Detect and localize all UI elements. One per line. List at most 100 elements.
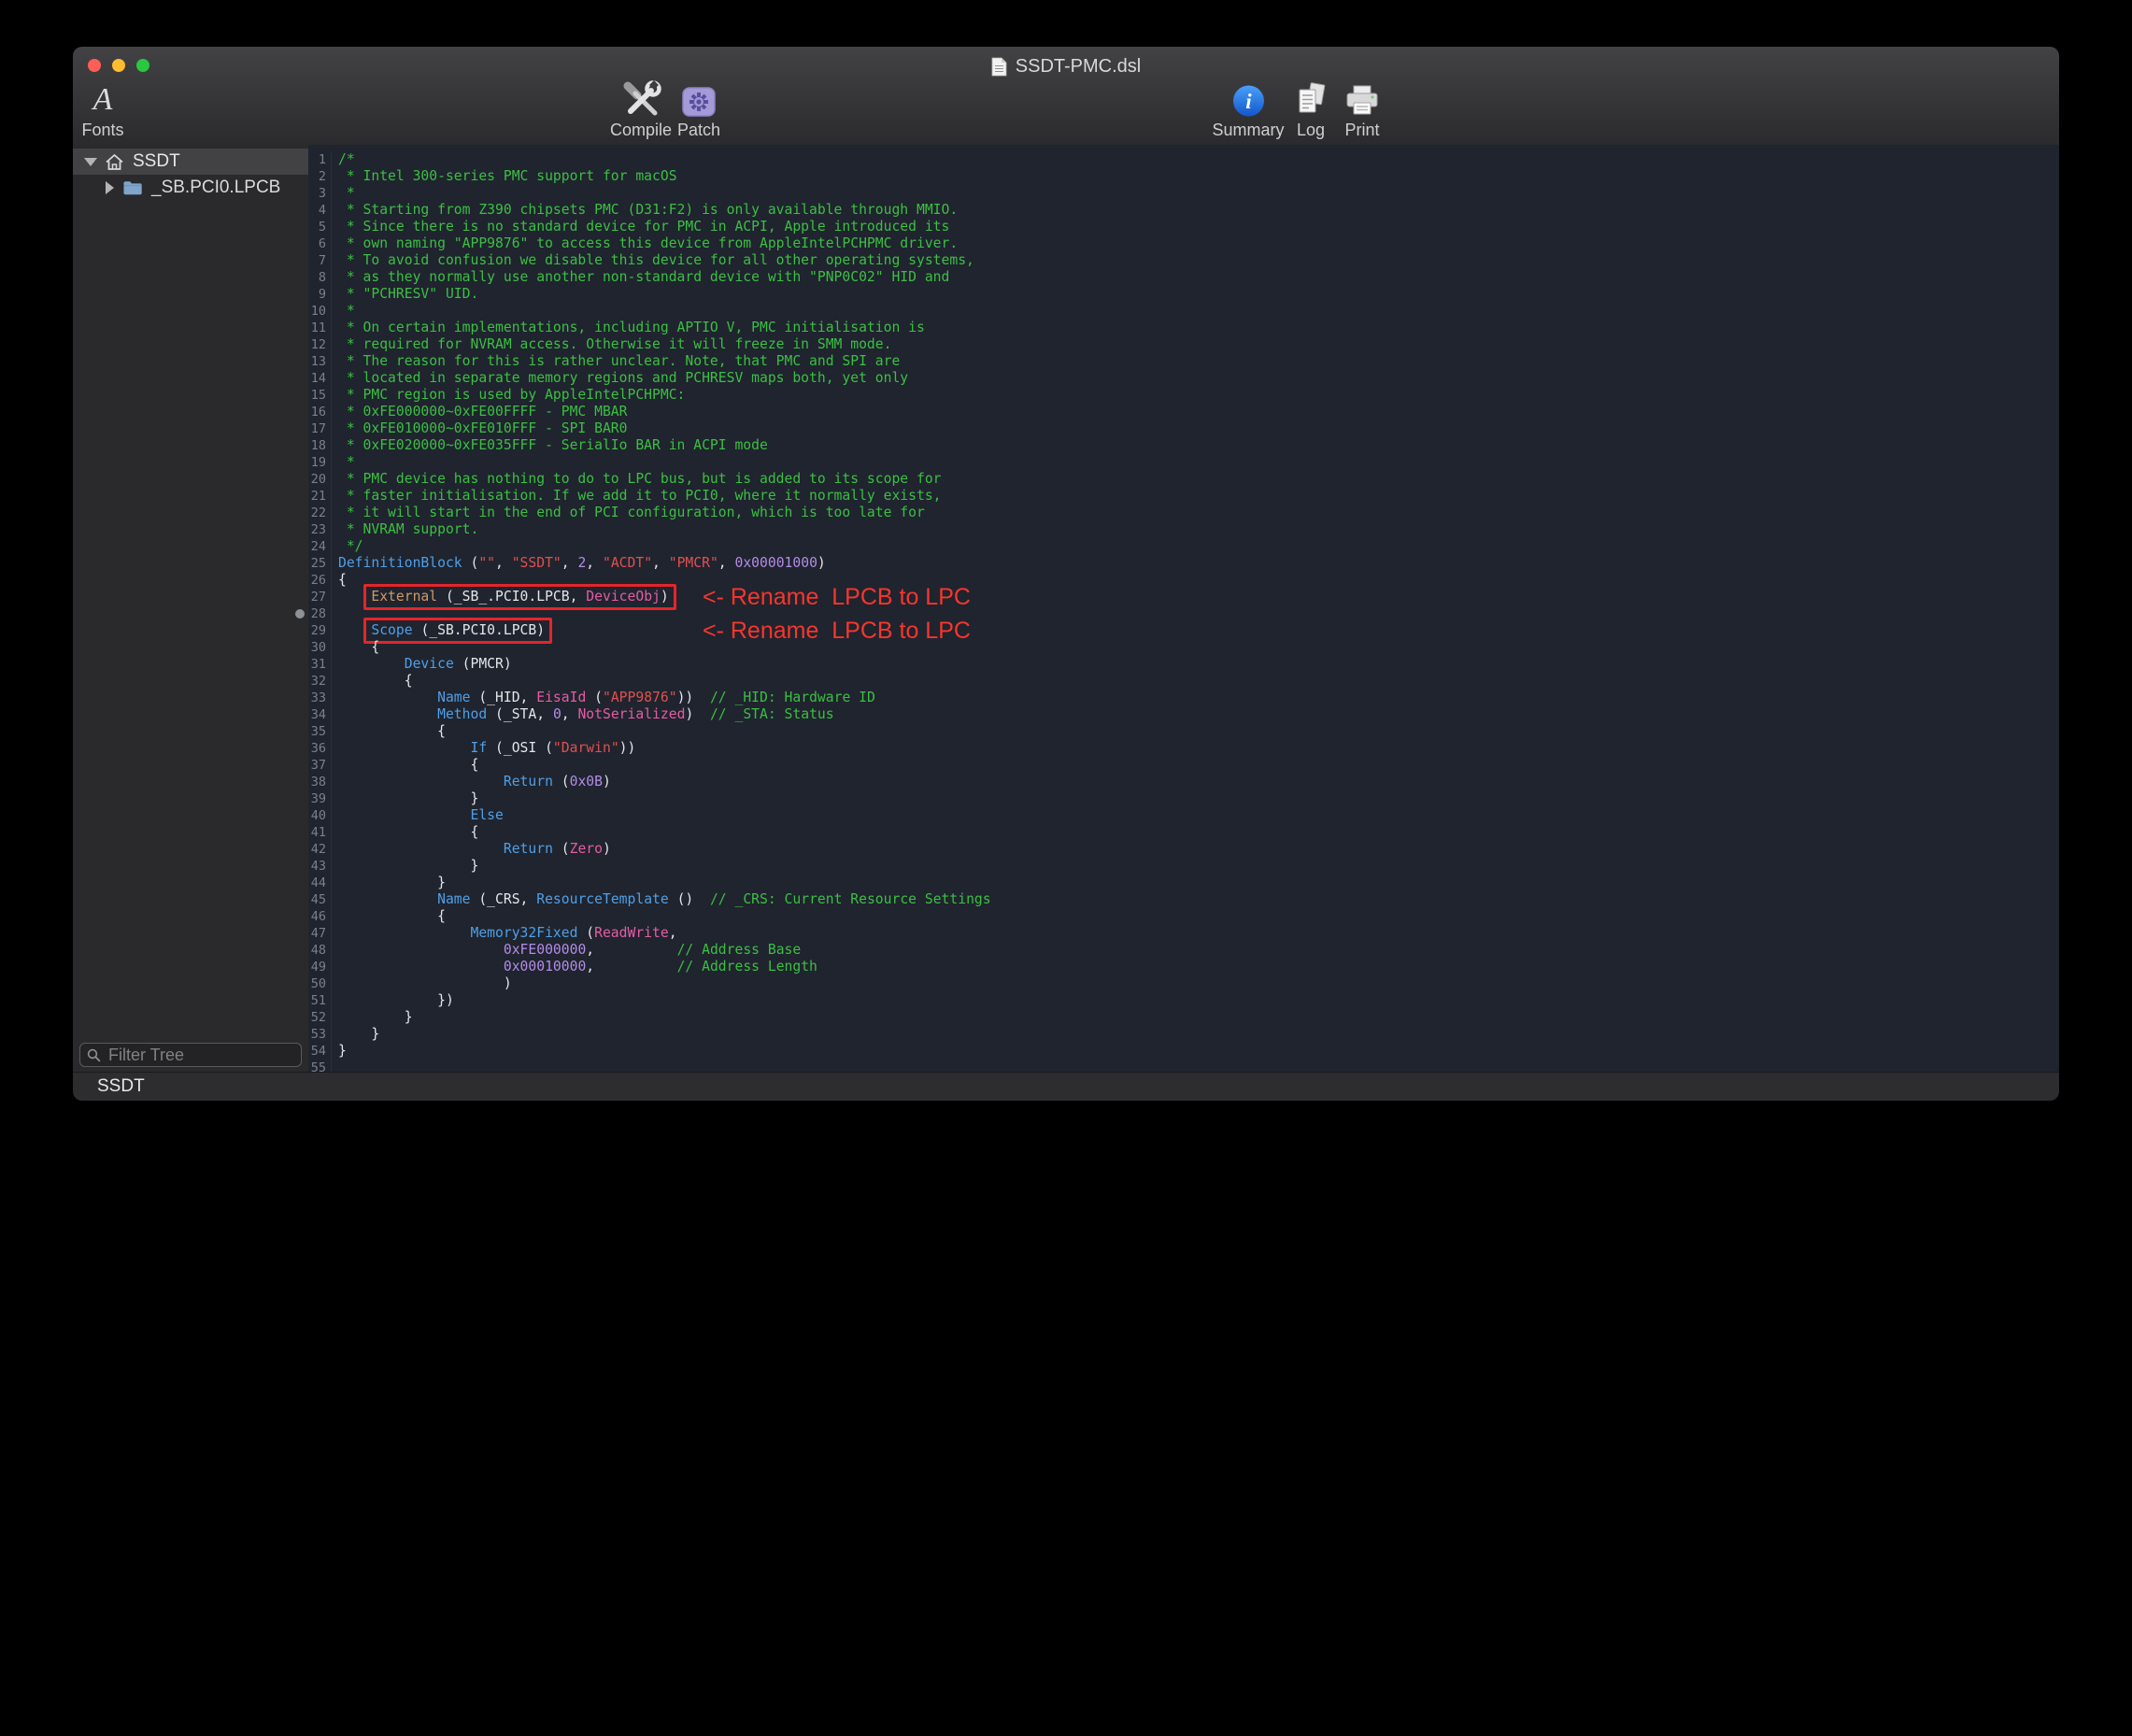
code-line[interactable]: 28 [308,605,2059,622]
code-line[interactable]: 48 0xFE000000, // Address Base [308,942,2059,959]
code-line[interactable]: 9 * "PCHRESV" UID. [308,286,2059,303]
filter-input[interactable] [107,1045,294,1066]
tree-item-ssdt[interactable]: SSDT [73,149,308,175]
status-text: SSDT [97,1076,145,1097]
disclosure-triangle-expanded-icon[interactable] [84,158,97,166]
code-line[interactable]: 24 */ [308,538,2059,555]
line-number: 52 [308,1009,332,1026]
code-line[interactable]: 43 } [308,858,2059,875]
code-line[interactable]: 16 * 0xFE000000~0xFE00FFFF - PMC MBAR [308,404,2059,420]
code-line[interactable]: 6 * own naming "APP9876" to access this … [308,235,2059,252]
code-line[interactable]: 18 * 0xFE020000~0xFE035FFF - SerialIo BA… [308,437,2059,454]
code-line[interactable]: 13 * The reason for this is rather uncle… [308,353,2059,370]
code-line[interactable]: 27 External (_SB_.PCI0.LPCB, DeviceObj)<… [308,589,2059,605]
disclosure-triangle-collapsed-icon[interactable] [106,181,114,194]
documents-icon [1293,82,1329,118]
line-number: 17 [308,420,332,437]
code-line[interactable]: 31 Device (PMCR) [308,656,2059,673]
code-line[interactable]: 10 * [308,303,2059,320]
code-line[interactable]: 35 { [308,723,2059,740]
code-line[interactable]: 5 * Since there is no standard device fo… [308,219,2059,235]
code-line[interactable]: 2 * Intel 300-series PMC support for mac… [308,168,2059,185]
code-line[interactable]: 36 If (_OSI ("Darwin")) [308,740,2059,757]
code-line[interactable]: 14 * located in separate memory regions … [308,370,2059,387]
code-line[interactable]: 46 { [308,908,2059,925]
code-line[interactable]: 51 }) [308,992,2059,1009]
code-text: * 0xFE010000~0xFE010FFF - SPI BAR0 [338,420,628,437]
code-line[interactable]: 52 } [308,1009,2059,1026]
code-line[interactable]: 1/* [308,151,2059,168]
code-line[interactable]: 11 * On certain implementations, includi… [308,320,2059,336]
patch-button[interactable]: Patch [677,80,720,140]
code-line[interactable]: 8 * as they normally use another non-sta… [308,269,2059,286]
code-text: } [338,1009,413,1026]
code-line[interactable]: 41 { [308,824,2059,841]
line-number: 46 [308,908,332,925]
code-text: Name (_HID, EisaId ("APP9876")) // _HID:… [338,690,875,706]
code-line[interactable]: 22 * it will start in the end of PCI con… [308,505,2059,521]
tree-item-lpcb[interactable]: _SB.PCI0.LPCB [73,175,308,201]
code-text: * Intel 300-series PMC support for macOS [338,168,677,185]
code-line[interactable]: 20 * PMC device has nothing to do to LPC… [308,471,2059,488]
code-line[interactable]: 32 { [308,673,2059,690]
line-number: 30 [308,639,332,656]
code-text: * own naming "APP9876" to access this de… [338,235,958,252]
code-line[interactable]: 39 } [308,790,2059,807]
fonts-button[interactable]: A Fonts [81,80,123,140]
code-line[interactable]: 3 * [308,185,2059,202]
line-number: 53 [308,1026,332,1043]
editor-pane[interactable]: 1/*2 * Intel 300-series PMC support for … [308,145,2059,1073]
code-text: * PMC region is used by AppleIntelPCHPMC… [338,387,685,404]
code-line[interactable]: 34 Method (_STA, 0, NotSerialized) // _S… [308,706,2059,723]
code-line[interactable]: 50 ) [308,975,2059,992]
code-line[interactable]: 45 Name (_CRS, ResourceTemplate () // _C… [308,891,2059,908]
code-text: * PMC device has nothing to do to LPC bu… [338,471,942,488]
print-button[interactable]: Print [1343,80,1381,140]
code-line[interactable]: 42 Return (Zero) [308,841,2059,858]
line-number: 49 [308,959,332,975]
code-line[interactable]: 37 { [308,757,2059,774]
code-line[interactable]: 29 Scope (_SB.PCI0.LPCB)<- Rename LPCB t… [308,622,2059,639]
code-line[interactable]: 21 * faster initialisation. If we add it… [308,488,2059,505]
tree-item-label: _SB.PCI0.LPCB [151,178,280,198]
code-line[interactable]: 30 { [308,639,2059,656]
sidebar: SSDT _SB.PCI0.LPCB [73,145,309,1073]
compile-button[interactable]: Compile [610,80,672,140]
code-text: * faster initialisation. If we add it to… [338,488,942,505]
line-number: 18 [308,437,332,454]
code-line[interactable]: 7 * To avoid confusion we disable this d… [308,252,2059,269]
code-line[interactable]: 17 * 0xFE010000~0xFE010FFF - SPI BAR0 [308,420,2059,437]
code-line[interactable]: 49 0x00010000, // Address Length [308,959,2059,975]
summary-button[interactable]: i Summary [1212,80,1284,140]
code-text: Name (_CRS, ResourceTemplate () // _CRS:… [338,891,991,908]
code-line[interactable]: 15 * PMC region is used by AppleIntelPCH… [308,387,2059,404]
line-number: 24 [308,538,332,555]
code-line[interactable]: 44 } [308,875,2059,891]
code-line[interactable]: 12 * required for NVRAM access. Otherwis… [308,336,2059,353]
code-line[interactable]: 23 * NVRAM support. [308,521,2059,538]
code-text: { [338,673,413,690]
line-number: 11 [308,320,332,336]
line-number: 48 [308,942,332,959]
code-line[interactable]: 47 Memory32Fixed (ReadWrite, [308,925,2059,942]
code-line[interactable]: 4 * Starting from Z390 chipsets PMC (D31… [308,202,2059,219]
code-text: * 0xFE000000~0xFE00FFFF - PMC MBAR [338,404,628,420]
line-number: 5 [308,219,332,235]
code-line[interactable]: 38 Return (0x0B) [308,774,2059,790]
code-line[interactable]: 40 Else [308,807,2059,824]
code-text: * The reason for this is rather unclear.… [338,353,900,370]
code-line[interactable]: 53 } [308,1026,2059,1043]
code-line[interactable]: 25DefinitionBlock ("", "SSDT", 2, "ACDT"… [308,555,2059,572]
line-number: 41 [308,824,332,841]
code-line[interactable]: 54} [308,1043,2059,1060]
line-number: 15 [308,387,332,404]
log-button[interactable]: Log [1293,80,1329,140]
line-number: 39 [308,790,332,807]
line-number: 45 [308,891,332,908]
line-number: 32 [308,673,332,690]
code-line[interactable]: 19 * [308,454,2059,471]
code-text: }) [338,992,454,1009]
code-text: } [338,875,446,891]
code-line[interactable]: 33 Name (_HID, EisaId ("APP9876")) // _H… [308,690,2059,706]
line-number: 21 [308,488,332,505]
